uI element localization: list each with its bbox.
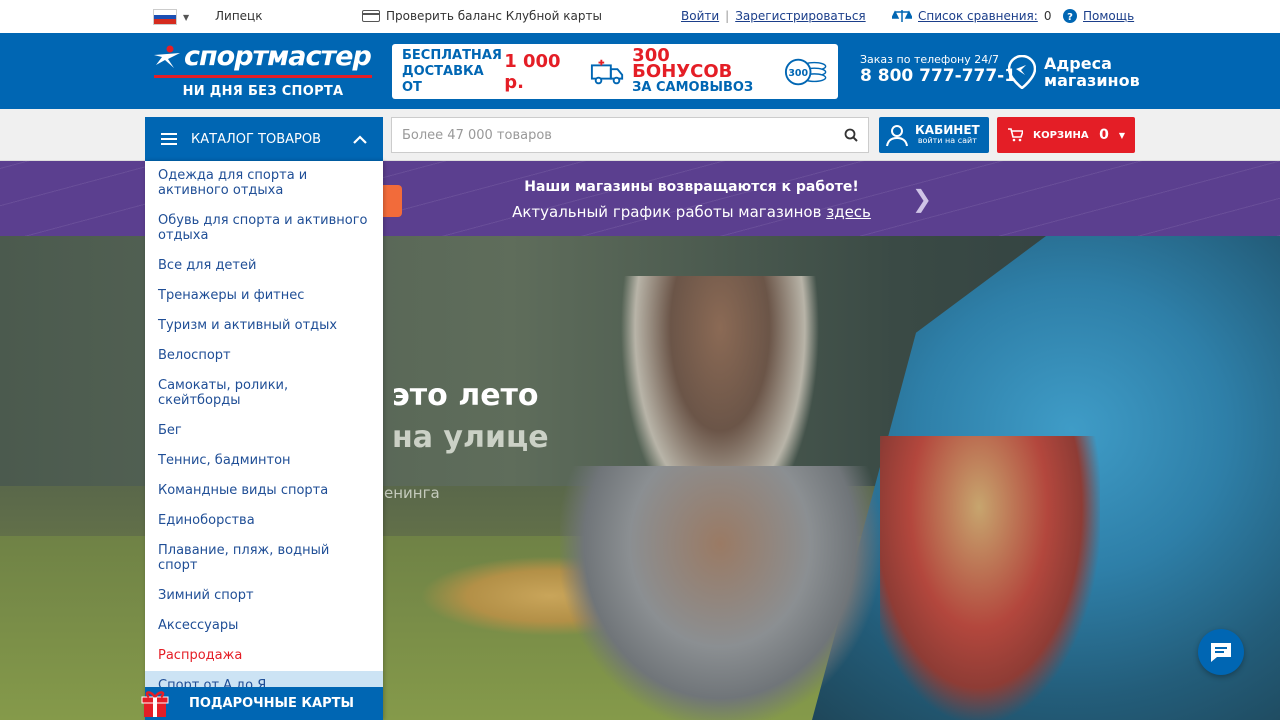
bonus-amount: 300 БОНУСОВ: [632, 44, 733, 82]
stores-line2: магазинов: [1044, 71, 1140, 90]
club-card-check[interactable]: Проверить баланс Клубной карты: [362, 9, 602, 23]
card-icon: [362, 10, 380, 22]
scales-icon: [892, 10, 912, 22]
auth-links: Войти | Зарегистрироваться: [681, 9, 866, 23]
phone-block[interactable]: Заказ по телефону 24/7 8 800 777-777-1: [860, 53, 1016, 85]
catalog-item-accessories[interactable]: Аксессуары: [145, 611, 383, 641]
gift-cards-label: ПОДАРОЧНЫЕ КАРТЫ: [189, 696, 354, 711]
catalog-menu: Одежда для спорта и активного отдыха Обу…: [141, 161, 383, 720]
catalog-list: Одежда для спорта и активного отдыха Обу…: [145, 161, 383, 701]
bonus-text: 300 БОНУСОВ ЗА САМОВЫВОЗ: [632, 44, 768, 96]
bonus-pickup: ЗА САМОВЫВОЗ: [632, 79, 754, 95]
banner-text-line: Актуальный график работы магазинов здесь: [383, 203, 1280, 221]
svg-text:?: ?: [1067, 12, 1073, 23]
hero-person-girl: [880, 436, 1100, 720]
chevron-down-icon: ▼: [1118, 130, 1125, 140]
phone-number[interactable]: 8 800 777-777-1: [860, 68, 1016, 85]
cabinet-title: КАБИНЕТ: [915, 123, 980, 137]
user-icon: [886, 125, 908, 147]
catalog-item-martial-arts[interactable]: Единоборства: [145, 506, 383, 536]
logo-text: спортмастер: [184, 41, 372, 72]
delivery-text: БЕСПЛАТНАЯ ДОСТАВКА ОТ: [402, 48, 504, 96]
russia-flag-icon: [153, 9, 177, 25]
register-link[interactable]: Зарегистрироваться: [735, 9, 865, 23]
logo-slogan: НИ ДНЯ БЕЗ СПОРТА: [182, 84, 344, 99]
catalog-button[interactable]: КАТАЛОГ ТОВАРОВ: [145, 117, 383, 161]
delivery-line2: ДОСТАВКА ОТ: [402, 63, 484, 95]
catalog-item-fitness[interactable]: Тренажеры и фитнес: [145, 281, 383, 311]
catalog-item-tourism[interactable]: Туризм и активный отдых: [145, 311, 383, 341]
cabinet-text: КАБИНЕТ войти на сайт: [915, 124, 980, 146]
gift-icon: [141, 691, 169, 717]
compare-link[interactable]: Список сравнения:: [918, 9, 1038, 23]
delivery-amount: 1 000 р.: [504, 50, 561, 93]
region-selector[interactable]: ▼: [153, 9, 189, 25]
coin-value: 300: [789, 67, 809, 78]
catalog-item-swimming[interactable]: Плавание, пляж, водный спорт: [145, 536, 383, 581]
banner-text: Актуальный график работы магазинов: [512, 203, 822, 221]
gift-cards-link[interactable]: ПОДАРОЧНЫЕ КАРТЫ: [141, 687, 383, 720]
catalog-item-cycling[interactable]: Велоспорт: [145, 341, 383, 371]
login-link[interactable]: Войти: [681, 9, 719, 23]
runner-logo-icon: [154, 45, 180, 68]
compare-list[interactable]: Список сравнения: 0: [892, 9, 1051, 23]
chevron-down-icon: ▼: [183, 12, 190, 22]
catalog-item-kids[interactable]: Все для детей: [145, 251, 383, 281]
catalog-item-running[interactable]: Бег: [145, 416, 383, 446]
cart-count: 0: [1099, 127, 1109, 143]
main-header: спортмастер НИ ДНЯ БЕЗ СПОРТА БЕСПЛАТНАЯ…: [0, 33, 1280, 109]
compare-count: 0: [1043, 9, 1052, 23]
logo-wordmark: спортмастер: [150, 41, 376, 73]
search-input[interactable]: [402, 127, 844, 143]
help-link-wrap[interactable]: ? Помощь: [1063, 9, 1134, 23]
banner-title: Наши магазины возвращаются к работе!: [524, 179, 859, 195]
help-icon: ?: [1063, 9, 1077, 23]
chat-button[interactable]: [1198, 629, 1244, 675]
chevron-up-icon: [353, 134, 367, 144]
catalog-item-scooters[interactable]: Самокаты, ролики, скейтборды: [145, 371, 383, 416]
city-name[interactable]: Липецк: [215, 9, 262, 23]
hero-headline-2: на улице: [392, 420, 549, 455]
top-bar: ▼ Липецк Проверить баланс Клубной карты …: [0, 0, 1280, 33]
menu-icon: [161, 133, 177, 145]
link-divider: |: [725, 9, 730, 23]
cart-label: КОРЗИНА: [1033, 129, 1089, 141]
hero-subline: енинга: [384, 484, 440, 502]
catalog-item-winter[interactable]: Зимний спорт: [145, 581, 383, 611]
bonus-coins-icon: 300: [785, 58, 827, 85]
stores-line1: Адреса: [1044, 54, 1112, 73]
catalog-item-sale[interactable]: Распродажа: [145, 641, 383, 671]
club-card-label[interactable]: Проверить баланс Клубной карты: [386, 9, 602, 23]
nav-bar: КАТАЛОГ ТОВАРОВ КАБИНЕТ войти на сайт КО…: [0, 109, 1280, 161]
phone-label: Заказ по телефону 24/7: [860, 53, 999, 66]
catalog-item-clothing[interactable]: Одежда для спорта и активного отдыха: [145, 161, 383, 206]
hero-headline-1: это лето: [392, 378, 539, 413]
promo-banner[interactable]: БЕСПЛАТНАЯ ДОСТАВКА ОТ 1 000 р. 300 БОНУ…: [392, 44, 838, 99]
catalog-item-footwear[interactable]: Обувь для спорта и активного отдыха: [145, 206, 383, 251]
hero-person-man: [560, 466, 880, 720]
delivery-line1: БЕСПЛАТНАЯ: [402, 47, 502, 63]
chevron-right-icon[interactable]: ❯: [912, 185, 932, 213]
cart-button[interactable]: КОРЗИНА 0 ▼: [997, 117, 1135, 153]
location-pin-icon: [1008, 55, 1036, 89]
help-link[interactable]: Помощь: [1083, 9, 1134, 23]
banner-link[interactable]: здесь: [826, 203, 871, 221]
search-box: [391, 117, 869, 153]
stores-label: Адреса магазинов: [1044, 55, 1140, 89]
logo-underline: [154, 75, 372, 78]
cabinet-subtitle: войти на сайт: [917, 136, 977, 145]
store-addresses-link[interactable]: Адреса магазинов: [1008, 55, 1140, 89]
catalog-label: КАТАЛОГ ТОВАРОВ: [191, 131, 321, 147]
delivery-truck-icon: [591, 59, 624, 84]
search-icon[interactable]: [844, 128, 858, 142]
catalog-item-tennis[interactable]: Теннис, бадминтон: [145, 446, 383, 476]
chat-icon: [1211, 643, 1231, 662]
site-logo[interactable]: спортмастер НИ ДНЯ БЕЗ СПОРТА: [150, 41, 376, 99]
cabinet-button[interactable]: КАБИНЕТ войти на сайт: [879, 117, 989, 153]
catalog-item-team-sports[interactable]: Командные виды спорта: [145, 476, 383, 506]
city-link[interactable]: Липецк: [215, 9, 262, 23]
cart-icon: [1008, 128, 1023, 142]
